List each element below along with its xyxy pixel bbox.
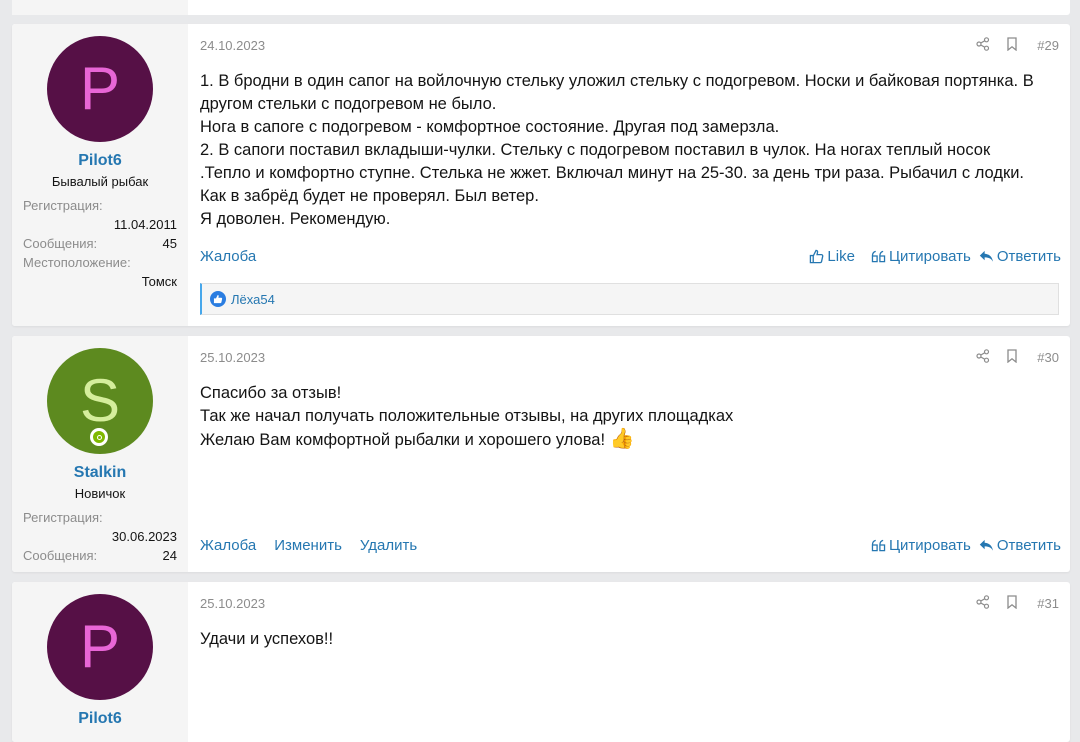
like-reaction-icon: [210, 291, 226, 307]
registration-label: Регистрация:: [23, 198, 103, 213]
user-stats: Регистрация: 30.06.2023 Сообщения: 24: [23, 508, 177, 565]
body-line: Я доволен. Рекомендую.: [200, 210, 391, 228]
messages-value: 24: [162, 548, 177, 563]
reaction-user-link[interactable]: Лёха54: [231, 292, 275, 307]
post-actions: Жалоба Like Цитировать Ответить: [200, 248, 1070, 270]
location-label: Местоположение:: [23, 255, 131, 270]
post-date[interactable]: 24.10.2023: [200, 38, 265, 53]
post-body: 1. В бродни в один сапог на войлочную ст…: [200, 70, 1060, 231]
quote-label: Цитировать: [888, 248, 971, 265]
share-icon[interactable]: [976, 37, 990, 54]
messages-label: Сообщения:: [23, 236, 98, 251]
username-link[interactable]: Pilot6: [12, 152, 188, 170]
bookmark-icon[interactable]: [1006, 349, 1018, 366]
messages-label: Сообщения:: [23, 548, 98, 563]
quote-button[interactable]: Цитировать: [871, 248, 971, 265]
user-stats: Регистрация: 11.04.2011 Сообщения: 45 Мес…: [23, 196, 177, 291]
like-label: Like: [827, 248, 855, 265]
post-number[interactable]: #31: [1037, 596, 1059, 611]
thumbs-up-icon: [810, 249, 824, 264]
user-title: Бывалый рыбак: [51, 174, 149, 189]
quote-label: Цитировать: [888, 537, 971, 554]
reply-label: Ответить: [996, 248, 1061, 265]
body-line: 1. В бродни в один сапог на войлочную ст…: [200, 72, 1034, 90]
delete-link[interactable]: Удалить: [360, 537, 417, 554]
reply-icon: [979, 250, 993, 262]
post-29: P Pilot6 Бывалый рыбак Регистрация: 11.0…: [12, 24, 1070, 326]
avatar[interactable]: P: [47, 36, 153, 142]
edit-link[interactable]: Изменить: [274, 537, 342, 554]
body-line: Желаю Вам комфортной рыбалки и хорошего …: [200, 428, 635, 450]
registration-value: 11.04.2011: [113, 217, 177, 232]
body-line: другом стельки с подогревом не было.: [200, 95, 497, 113]
post-30: S Stalkin Новичок Регистрация: 30.06.202…: [12, 336, 1070, 572]
report-link[interactable]: Жалоба: [200, 248, 256, 265]
post-body: Спасибо за отзыв! Так же начал получать …: [200, 382, 1060, 452]
quote-button[interactable]: Цитировать: [871, 537, 971, 554]
bookmark-icon[interactable]: [1006, 37, 1018, 54]
post-date[interactable]: 25.10.2023: [200, 350, 265, 365]
quote-icon: [871, 250, 886, 263]
reply-button[interactable]: Ответить: [979, 537, 1061, 554]
body-line: .Тепло и комфортно ступне. Стелька не жж…: [200, 164, 1024, 182]
body-line: Так же начал получать положительные отзы…: [200, 407, 734, 425]
body-line: Как в забрёд будет не проверял. Был вете…: [200, 187, 539, 205]
username-link[interactable]: Pilot6: [12, 710, 188, 728]
body-line: Спасибо за отзыв!: [200, 384, 342, 402]
body-line: 2. В сапоги поставил вкладыши-чулки. Сте…: [200, 141, 991, 159]
post-content: 24.10.2023 #29 1. В бродни в один сапог …: [200, 24, 1070, 326]
share-icon[interactable]: [976, 349, 990, 366]
reply-label: Ответить: [996, 537, 1061, 554]
online-status-icon: [90, 428, 108, 446]
post-header: 25.10.2023 #30: [200, 348, 1070, 366]
body-line: Нога в сапоге с подогревом - комфортное …: [200, 118, 780, 136]
post-body: Удачи и успехов!!: [200, 628, 1060, 651]
post-number[interactable]: #29: [1037, 38, 1059, 53]
post-content: 25.10.2023 #31 Удачи и успехов!!: [200, 582, 1070, 742]
post-actions: Жалоба Изменить Удалить Цитировать Ответ…: [200, 537, 1070, 559]
post-date[interactable]: 25.10.2023: [200, 596, 265, 611]
post-header: 25.10.2023 #31: [200, 594, 1070, 612]
messages-value: 45: [162, 236, 177, 251]
user-title: Новичок: [74, 486, 126, 501]
user-info: P Pilot6: [12, 582, 200, 742]
reply-icon: [979, 539, 993, 551]
bookmark-icon[interactable]: [1006, 595, 1018, 612]
location-value: Томск: [141, 274, 177, 289]
like-button[interactable]: Like: [809, 248, 855, 265]
registration-value: 30.06.2023: [111, 529, 177, 544]
previous-post-tail: [12, 0, 1070, 15]
post-31: P Pilot6 25.10.2023 #31 Удачи и успехов!…: [12, 582, 1070, 742]
report-link[interactable]: Жалоба: [200, 537, 256, 554]
share-icon[interactable]: [976, 595, 990, 612]
username-link[interactable]: Stalkin: [12, 464, 188, 482]
body-line: Удачи и успехов!!: [200, 630, 334, 648]
quote-icon: [871, 539, 886, 552]
user-info: P Pilot6 Бывалый рыбак Регистрация: 11.0…: [12, 24, 200, 326]
reply-button[interactable]: Ответить: [979, 248, 1061, 265]
avatar[interactable]: P: [47, 594, 153, 700]
post-content: 25.10.2023 #30 Спасибо за отзыв! Так же …: [200, 336, 1070, 572]
user-info: S Stalkin Новичок Регистрация: 30.06.202…: [12, 336, 200, 572]
post-header: 24.10.2023 #29: [200, 36, 1070, 54]
registration-label: Регистрация:: [23, 510, 103, 525]
reactions-bar[interactable]: Лёха54: [200, 283, 1059, 315]
thumbs-up-emoji: 👍: [609, 428, 635, 450]
post-number[interactable]: #30: [1037, 350, 1059, 365]
